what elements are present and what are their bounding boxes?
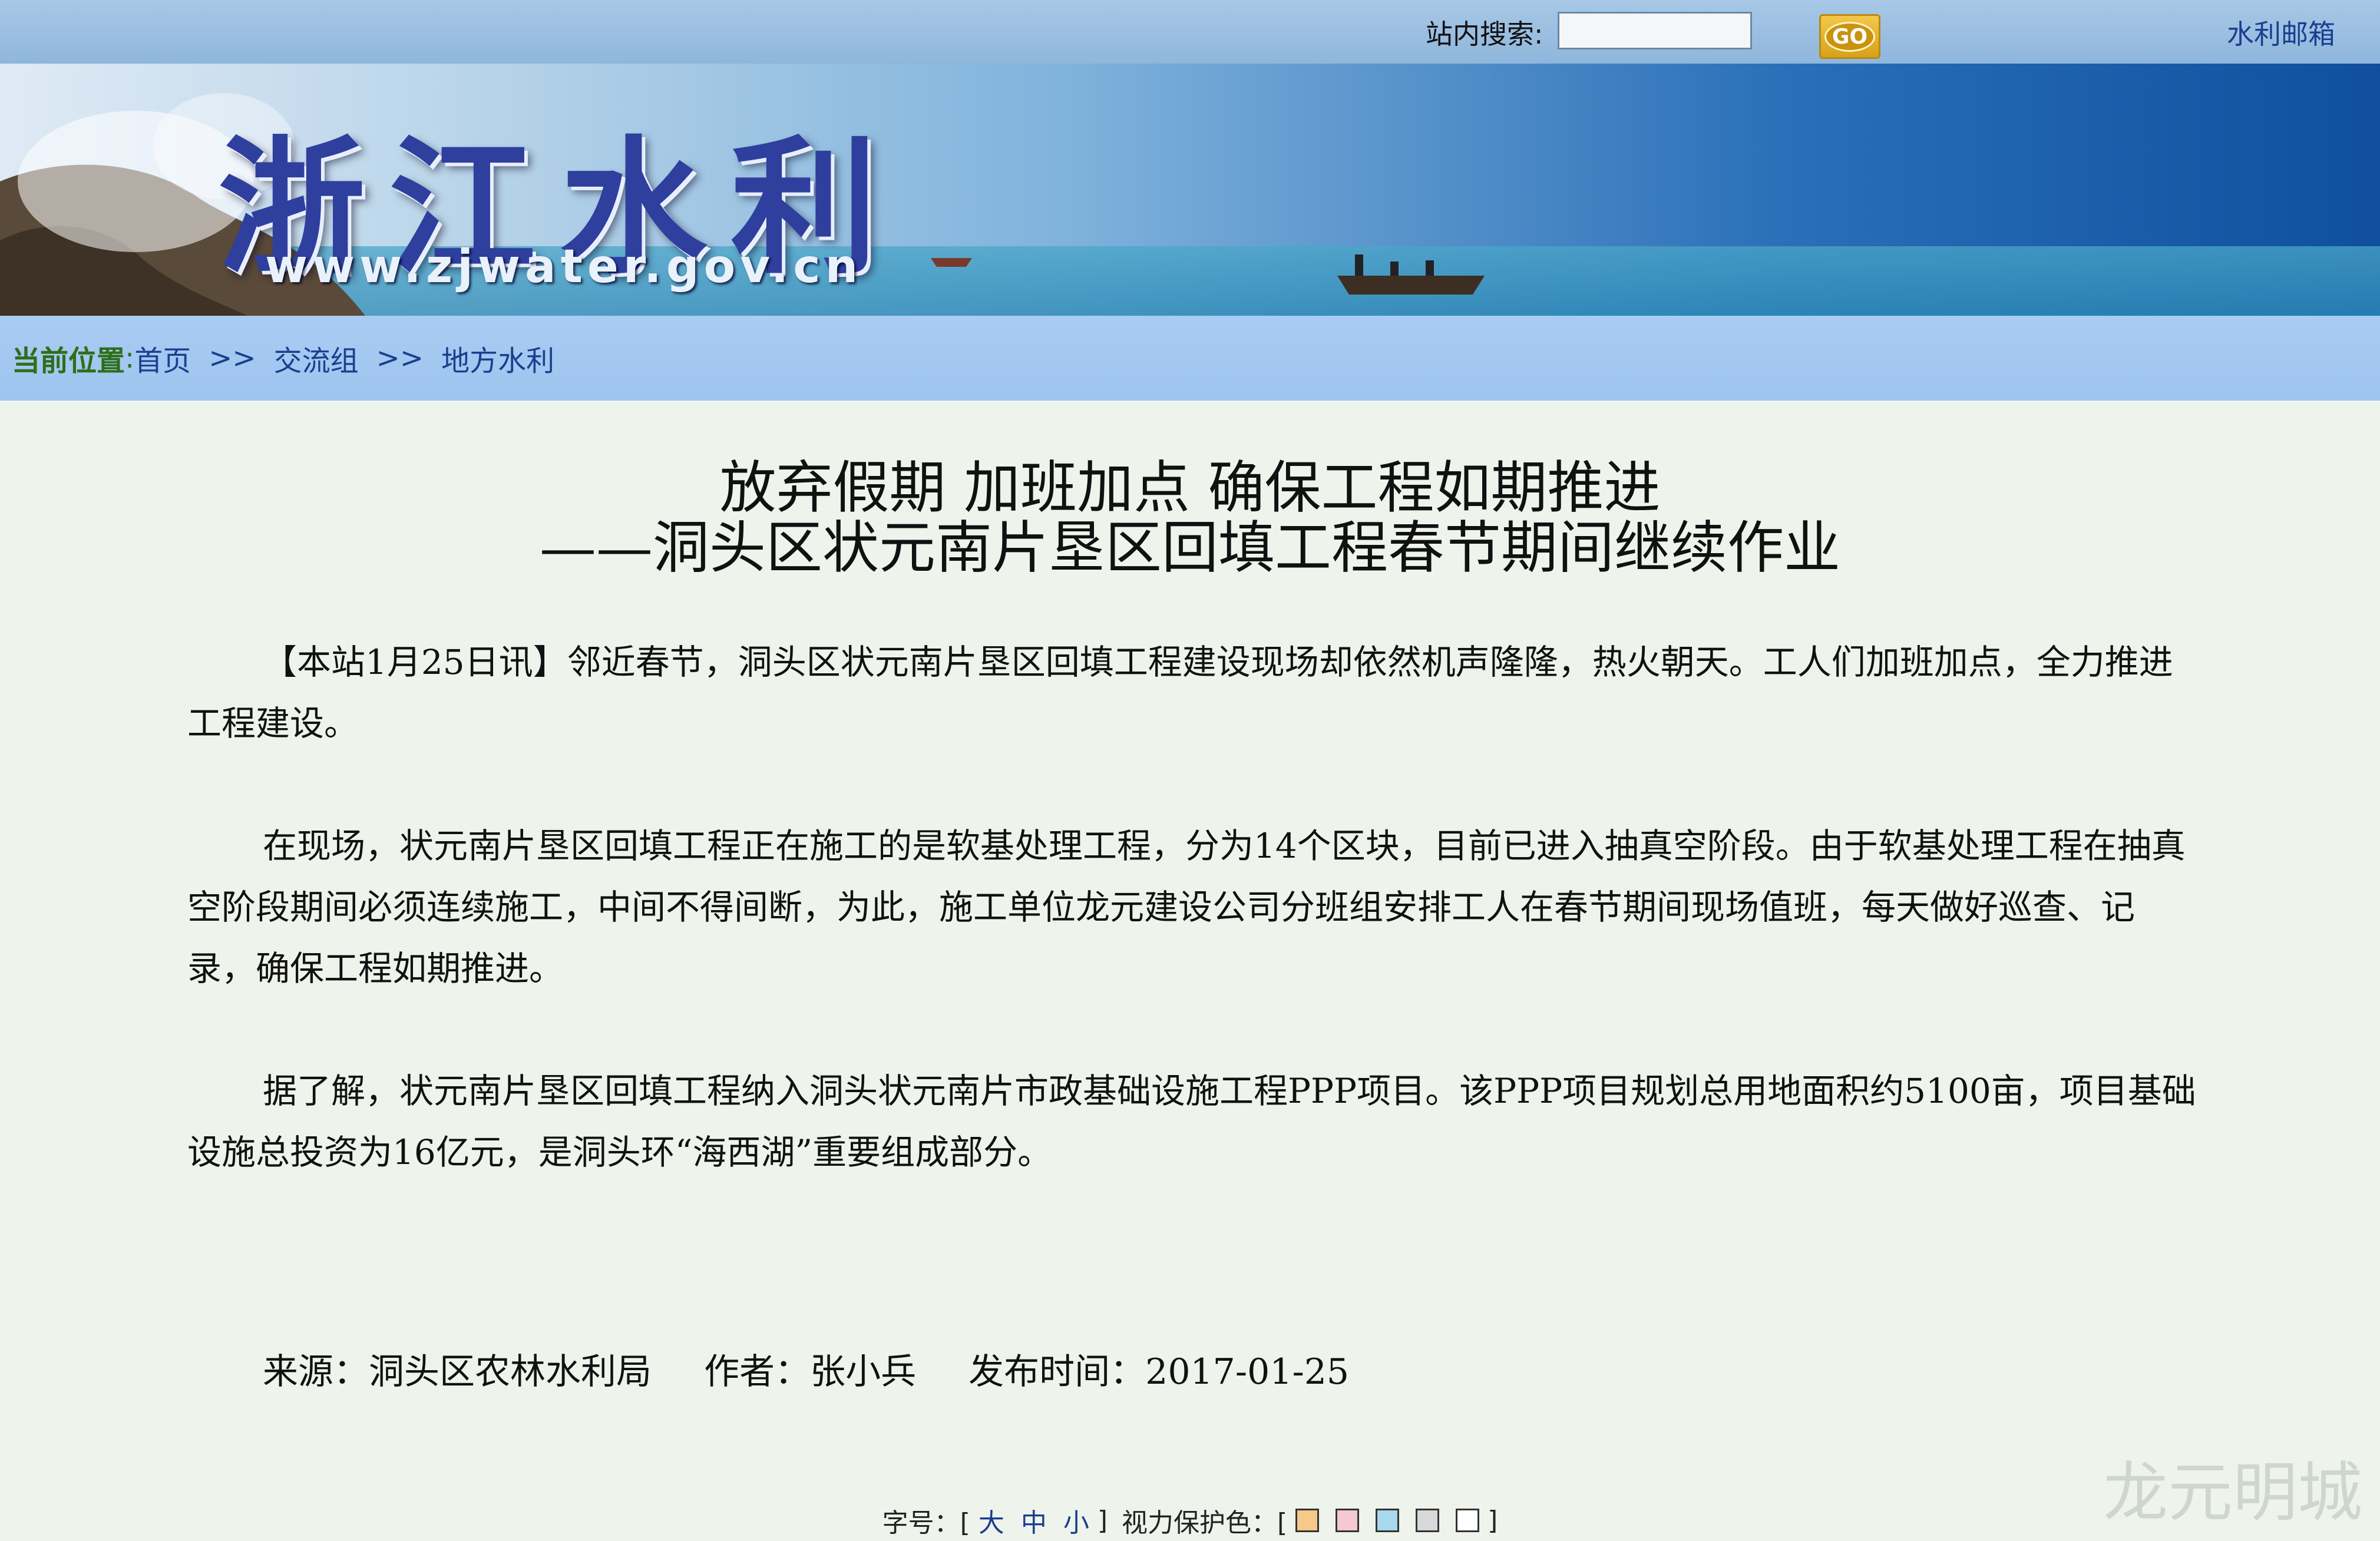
font-size-large[interactable]: 大: [979, 1502, 1004, 1539]
breadcrumb-separator: >>: [209, 342, 256, 375]
breadcrumb-local-water[interactable]: 地方水利: [441, 338, 554, 379]
breadcrumb-label: 当前位置: [12, 345, 125, 378]
eye-color-swatch-pink[interactable]: [1336, 1509, 1360, 1532]
eye-color-swatch-gray[interactable]: [1416, 1509, 1440, 1532]
water-mail-link[interactable]: 水利邮箱: [2227, 13, 2335, 52]
go-button[interactable]: GO: [1819, 14, 1880, 59]
article-subtitle: ——洞头区状元南片垦区回填工程春节期间继续作业: [540, 515, 1840, 581]
article-paragraph: 据了解，状元南片垦区回填工程纳入洞头状元南片市政基础设施工程PPP项目。该PPP…: [187, 1071, 2196, 1172]
site-logo-url: www.zjwater.gov.cn: [265, 240, 863, 293]
font-size-small[interactable]: 小: [1063, 1502, 1089, 1539]
breadcrumb-colon: :: [125, 342, 135, 375]
search-input[interactable]: [1558, 12, 1752, 49]
site-banner: 浙江水利 www.zjwater.gov.cn: [0, 64, 2380, 316]
top-bar: 站内搜索: GO 水利邮箱: [0, 0, 2380, 65]
font-size-close-bracket: ]: [1097, 1505, 1108, 1536]
breadcrumb-separator: >>: [376, 342, 424, 375]
reading-controls: 字号：[ 大 中 小 ] 视力保护色：[ ]: [0, 1500, 2380, 1541]
article-author: 作者：张小兵: [704, 1351, 917, 1393]
font-size-label: 字号：[: [882, 1508, 970, 1538]
breadcrumb: 当前位置 : 首页 >> 交流组 >> 地方水利: [0, 316, 2380, 401]
breadcrumb-exchange[interactable]: 交流组: [274, 338, 359, 379]
eye-color-swatch-orange[interactable]: [1295, 1509, 1320, 1532]
article-meta: 来源：洞头区农林水利局 作者：张小兵 发布时间：2017-01-25: [263, 1343, 1390, 1394]
go-button-label: GO: [1824, 21, 1876, 52]
eye-color-swatch-white[interactable]: [1456, 1509, 1480, 1532]
eye-color-label: 视力保护色：[: [1122, 1508, 1288, 1538]
search-label: 站内搜索:: [1426, 18, 1543, 50]
eye-color-swatch-blue[interactable]: [1376, 1509, 1400, 1532]
article-paragraph: 【本站1月25日讯】邻近春节，洞头区状元南片垦区回填工程建设现场却依然机声隆隆，…: [187, 642, 2173, 743]
font-size-medium[interactable]: 中: [1021, 1502, 1047, 1539]
article-paragraph: 在现场，状元南片垦区回填工程正在施工的是软基处理工程，分为14个区块，目前已进入…: [187, 826, 2186, 988]
eye-color-close-bracket: ]: [1488, 1505, 1498, 1536]
breadcrumb-home[interactable]: 首页: [134, 338, 191, 379]
watermark: 龙元明城: [2103, 1455, 2362, 1530]
article-date: 发布时间：2017-01-25: [968, 1351, 1350, 1393]
article-source: 来源：洞头区农林水利局: [263, 1351, 652, 1393]
